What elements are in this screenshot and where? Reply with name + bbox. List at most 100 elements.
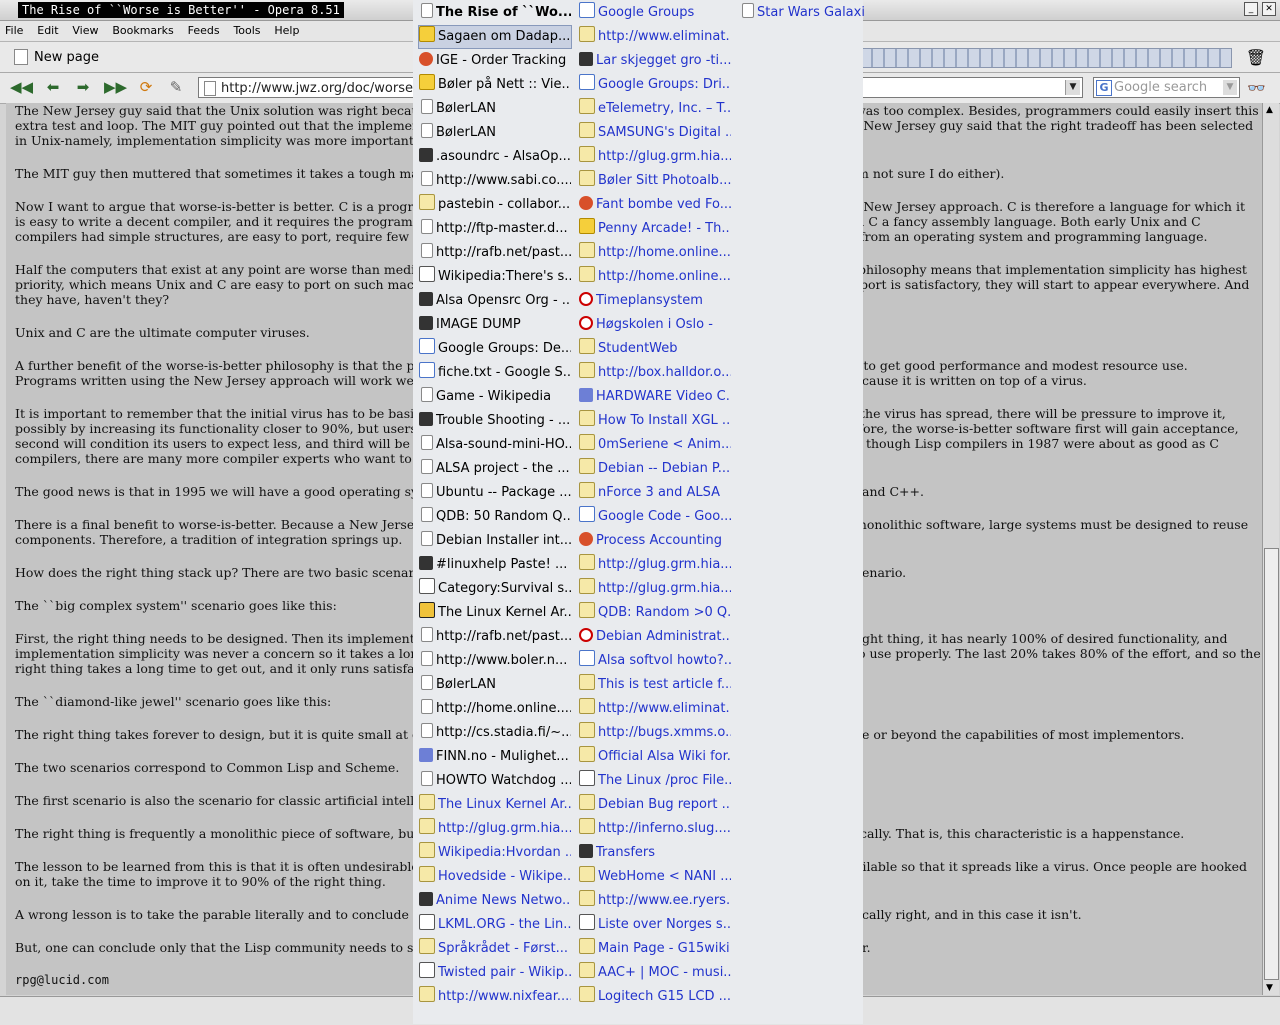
history-item[interactable]: http://rafb.net/past... [419,626,571,648]
menu-bookmarks[interactable]: Bookmarks [107,21,178,40]
scroll-up-icon[interactable]: ▲ [1266,105,1273,115]
history-item[interactable]: Penny Arcade! - Th... [579,218,731,240]
menu-edit[interactable]: Edit [32,21,63,40]
history-item[interactable]: HOWTO Watchdog ... [419,770,571,792]
history-item[interactable]: Alsa Opensrc Org - ... [419,290,571,312]
minimize-icon[interactable]: _ [1244,2,1258,16]
chevron-down-icon[interactable]: ▼ [1065,80,1080,95]
close-icon[interactable]: ✕ [1262,2,1276,16]
history-item[interactable]: The Linux Kernel Ar... [419,602,571,624]
history-item[interactable]: AAC+ | MOC - musi... [579,962,731,984]
history-item[interactable]: Game - Wikipedia [419,386,571,408]
history-item[interactable]: http://ftp-master.d... [419,218,571,240]
history-item[interactable]: Category:Survival s... [419,578,571,600]
history-item[interactable]: Debian Bug report ... [579,794,731,816]
history-item[interactable]: WebHome < NANI ... [579,866,731,888]
history-item[interactable]: Lar skjegget gro -ti... [579,50,731,72]
new-page-button[interactable]: New page [8,45,105,69]
history-item[interactable]: http://home.online.... [419,698,571,720]
history-item[interactable]: http://www.eliminat... [579,26,731,48]
rewind-icon[interactable]: ◀◀ [10,78,33,98]
history-item[interactable]: ALSA project - the ... [419,458,571,480]
history-item[interactable]: Wikipedia:There's s... [419,266,571,288]
search-input[interactable]: G Google search ▼ [1093,77,1240,98]
forward-icon[interactable]: ➡ [72,78,94,98]
history-item[interactable]: Bøler Sitt Photoalb... [579,170,731,192]
history-item[interactable]: Liste over Norges s... [579,914,731,936]
history-item[interactable]: Bøler på Nett :: Vie... [419,74,571,96]
back-icon[interactable]: ⬅ [42,78,64,98]
history-item[interactable]: Official Alsa Wiki for... [579,746,731,768]
history-item[interactable]: http://glug.grm.hia.... [579,554,731,576]
history-item[interactable]: eTelemetry, Inc. – T... [579,98,731,120]
history-item[interactable]: http://glug.grm.hia.... [579,146,731,168]
history-item[interactable]: The Rise of ``Wo... [419,2,571,24]
history-item[interactable]: http://box.halldor.o... [579,362,731,384]
history-item[interactable]: IMAGE DUMP [419,314,571,336]
history-item[interactable]: BølerLAN [419,674,571,696]
history-item[interactable]: Trouble Shooting - ... [419,410,571,432]
history-item[interactable]: Timeplansystem [579,290,731,312]
history-item[interactable]: http://rafb.net/past... [419,242,571,264]
history-item[interactable]: QDB: Random >0 Q... [579,602,731,624]
history-item[interactable]: .asoundrc - AlsaOp... [419,146,571,168]
history-item[interactable]: http://www.nixfear.... [419,986,571,1008]
history-item[interactable]: http://cs.stadia.fi/~... [419,722,571,744]
scroll-down-icon[interactable]: ▼ [1266,983,1273,993]
history-item[interactable]: pastebin - collabor... [419,194,571,216]
history-item[interactable]: StudentWeb [579,338,731,360]
history-item[interactable]: HARDWARE Video C... [579,386,731,408]
history-item[interactable]: Anime News Netwo... [419,890,571,912]
history-item[interactable]: Star Wars Galaxie [740,2,864,24]
history-item[interactable]: Google Groups [579,2,731,24]
history-item[interactable]: Alsa softvol howto?... [579,650,731,672]
history-item[interactable]: Google Groups: Dri... [579,74,731,96]
history-item[interactable]: Google Code - Goo... [579,506,731,528]
vertical-scrollbar[interactable]: ▲ ▼ [1262,103,1279,995]
history-item[interactable]: LKML.ORG - the Lin... [419,914,571,936]
history-item[interactable]: fiche.txt - Google S... [419,362,571,384]
history-item[interactable]: Fant bombe ved Fo... [579,194,731,216]
reload-icon[interactable]: ⟳ [135,78,157,98]
scrollbar-thumb[interactable] [1264,548,1279,980]
history-item[interactable]: Alsa-sound-mini-HO... [419,434,571,456]
edit-icon[interactable]: ✎ [165,78,187,98]
menu-feeds[interactable]: Feeds [183,21,225,40]
history-item[interactable]: Debian Installer int... [419,530,571,552]
history-item[interactable]: Sagaen om Dadap... [418,25,572,49]
fast-forward-icon[interactable]: ▶▶ [104,78,127,98]
menu-view[interactable]: View [67,21,103,40]
history-item[interactable]: Debian Administrat... [579,626,731,648]
history-item[interactable]: http://www.sabi.co.... [419,170,571,192]
history-item[interactable]: http://www.eliminat... [579,698,731,720]
history-item[interactable]: The Linux Kernel Ar... [419,794,571,816]
history-item[interactable]: Debian -- Debian P... [579,458,731,480]
history-item[interactable]: The Linux /proc File... [579,770,731,792]
history-item[interactable]: nForce 3 and ALSA [579,482,731,504]
history-item[interactable]: #linuxhelp Paste! ... [419,554,571,576]
history-item[interactable]: Process Accounting [579,530,731,552]
history-item[interactable]: QDB: 50 Random Q... [419,506,571,528]
history-item[interactable]: Google Groups: De... [419,338,571,360]
history-item[interactable]: http://home.online.... [579,242,731,264]
history-item[interactable]: BølerLAN [419,98,571,120]
history-item[interactable]: Twisted pair - Wikip... [419,962,571,984]
menu-tools[interactable]: Tools [228,21,265,40]
history-item[interactable]: Språkrådet - Først... [419,938,571,960]
history-item[interactable]: How To Install XGL ... [579,410,731,432]
history-item[interactable]: Logitech G15 LCD ... [579,986,731,1008]
history-item[interactable]: IGE - Order Tracking [419,50,571,72]
menu-file[interactable]: File [0,21,28,40]
history-item[interactable]: BølerLAN [419,122,571,144]
history-item[interactable]: Transfers [579,842,731,864]
history-item[interactable]: Hovedside - Wikipe... [419,866,571,888]
glasses-icon[interactable]: 👓 [1247,79,1266,97]
history-item[interactable]: http://glug.grm.hia.... [419,818,571,840]
history-item[interactable]: http://glug.grm.hia.... [579,578,731,600]
history-item[interactable]: SAMSUNG's Digital ... [579,122,731,144]
history-item[interactable]: http://inferno.slug.... [579,818,731,840]
history-item[interactable]: This is test article f... [579,674,731,696]
tab-strip[interactable] [860,48,1232,68]
chevron-down-icon[interactable]: ▼ [1223,80,1237,95]
trash-icon[interactable]: 🗑 [1246,48,1266,67]
